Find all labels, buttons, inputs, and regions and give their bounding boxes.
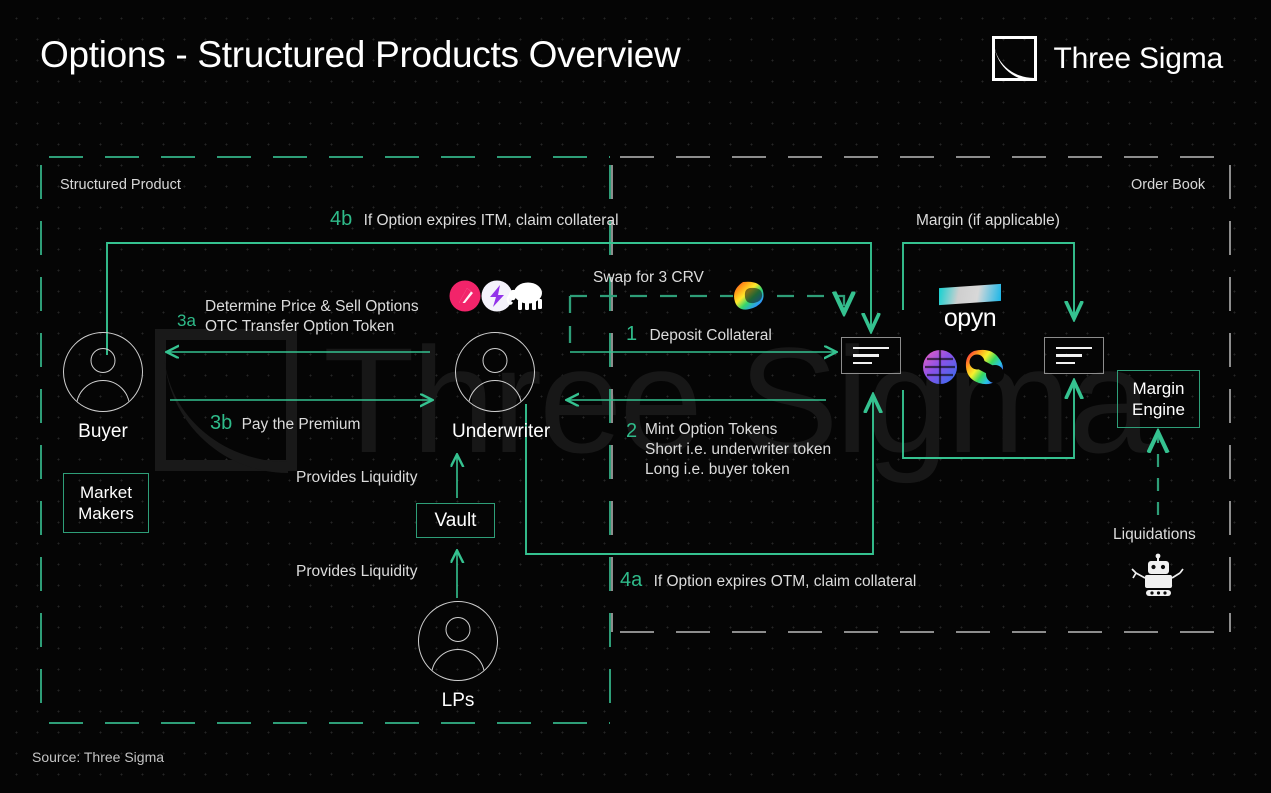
opyn-banner-icon	[939, 283, 1001, 306]
ribbon-finance-icon	[449, 280, 481, 312]
opyn-logo[interactable]: opyn	[929, 283, 1011, 333]
premia-icon	[923, 350, 957, 384]
protocol-icon-layer	[449, 280, 1184, 596]
mammoth-icon	[506, 282, 542, 310]
lyra-icon	[965, 349, 1004, 385]
curve-finance-icon	[734, 281, 764, 310]
robot-icon	[1131, 553, 1184, 596]
opyn-wordmark: opyn	[943, 304, 997, 332]
thetanuts-icon	[481, 280, 513, 312]
diagram-canvas: Three Sigma Options - Structured Product…	[0, 0, 1271, 793]
